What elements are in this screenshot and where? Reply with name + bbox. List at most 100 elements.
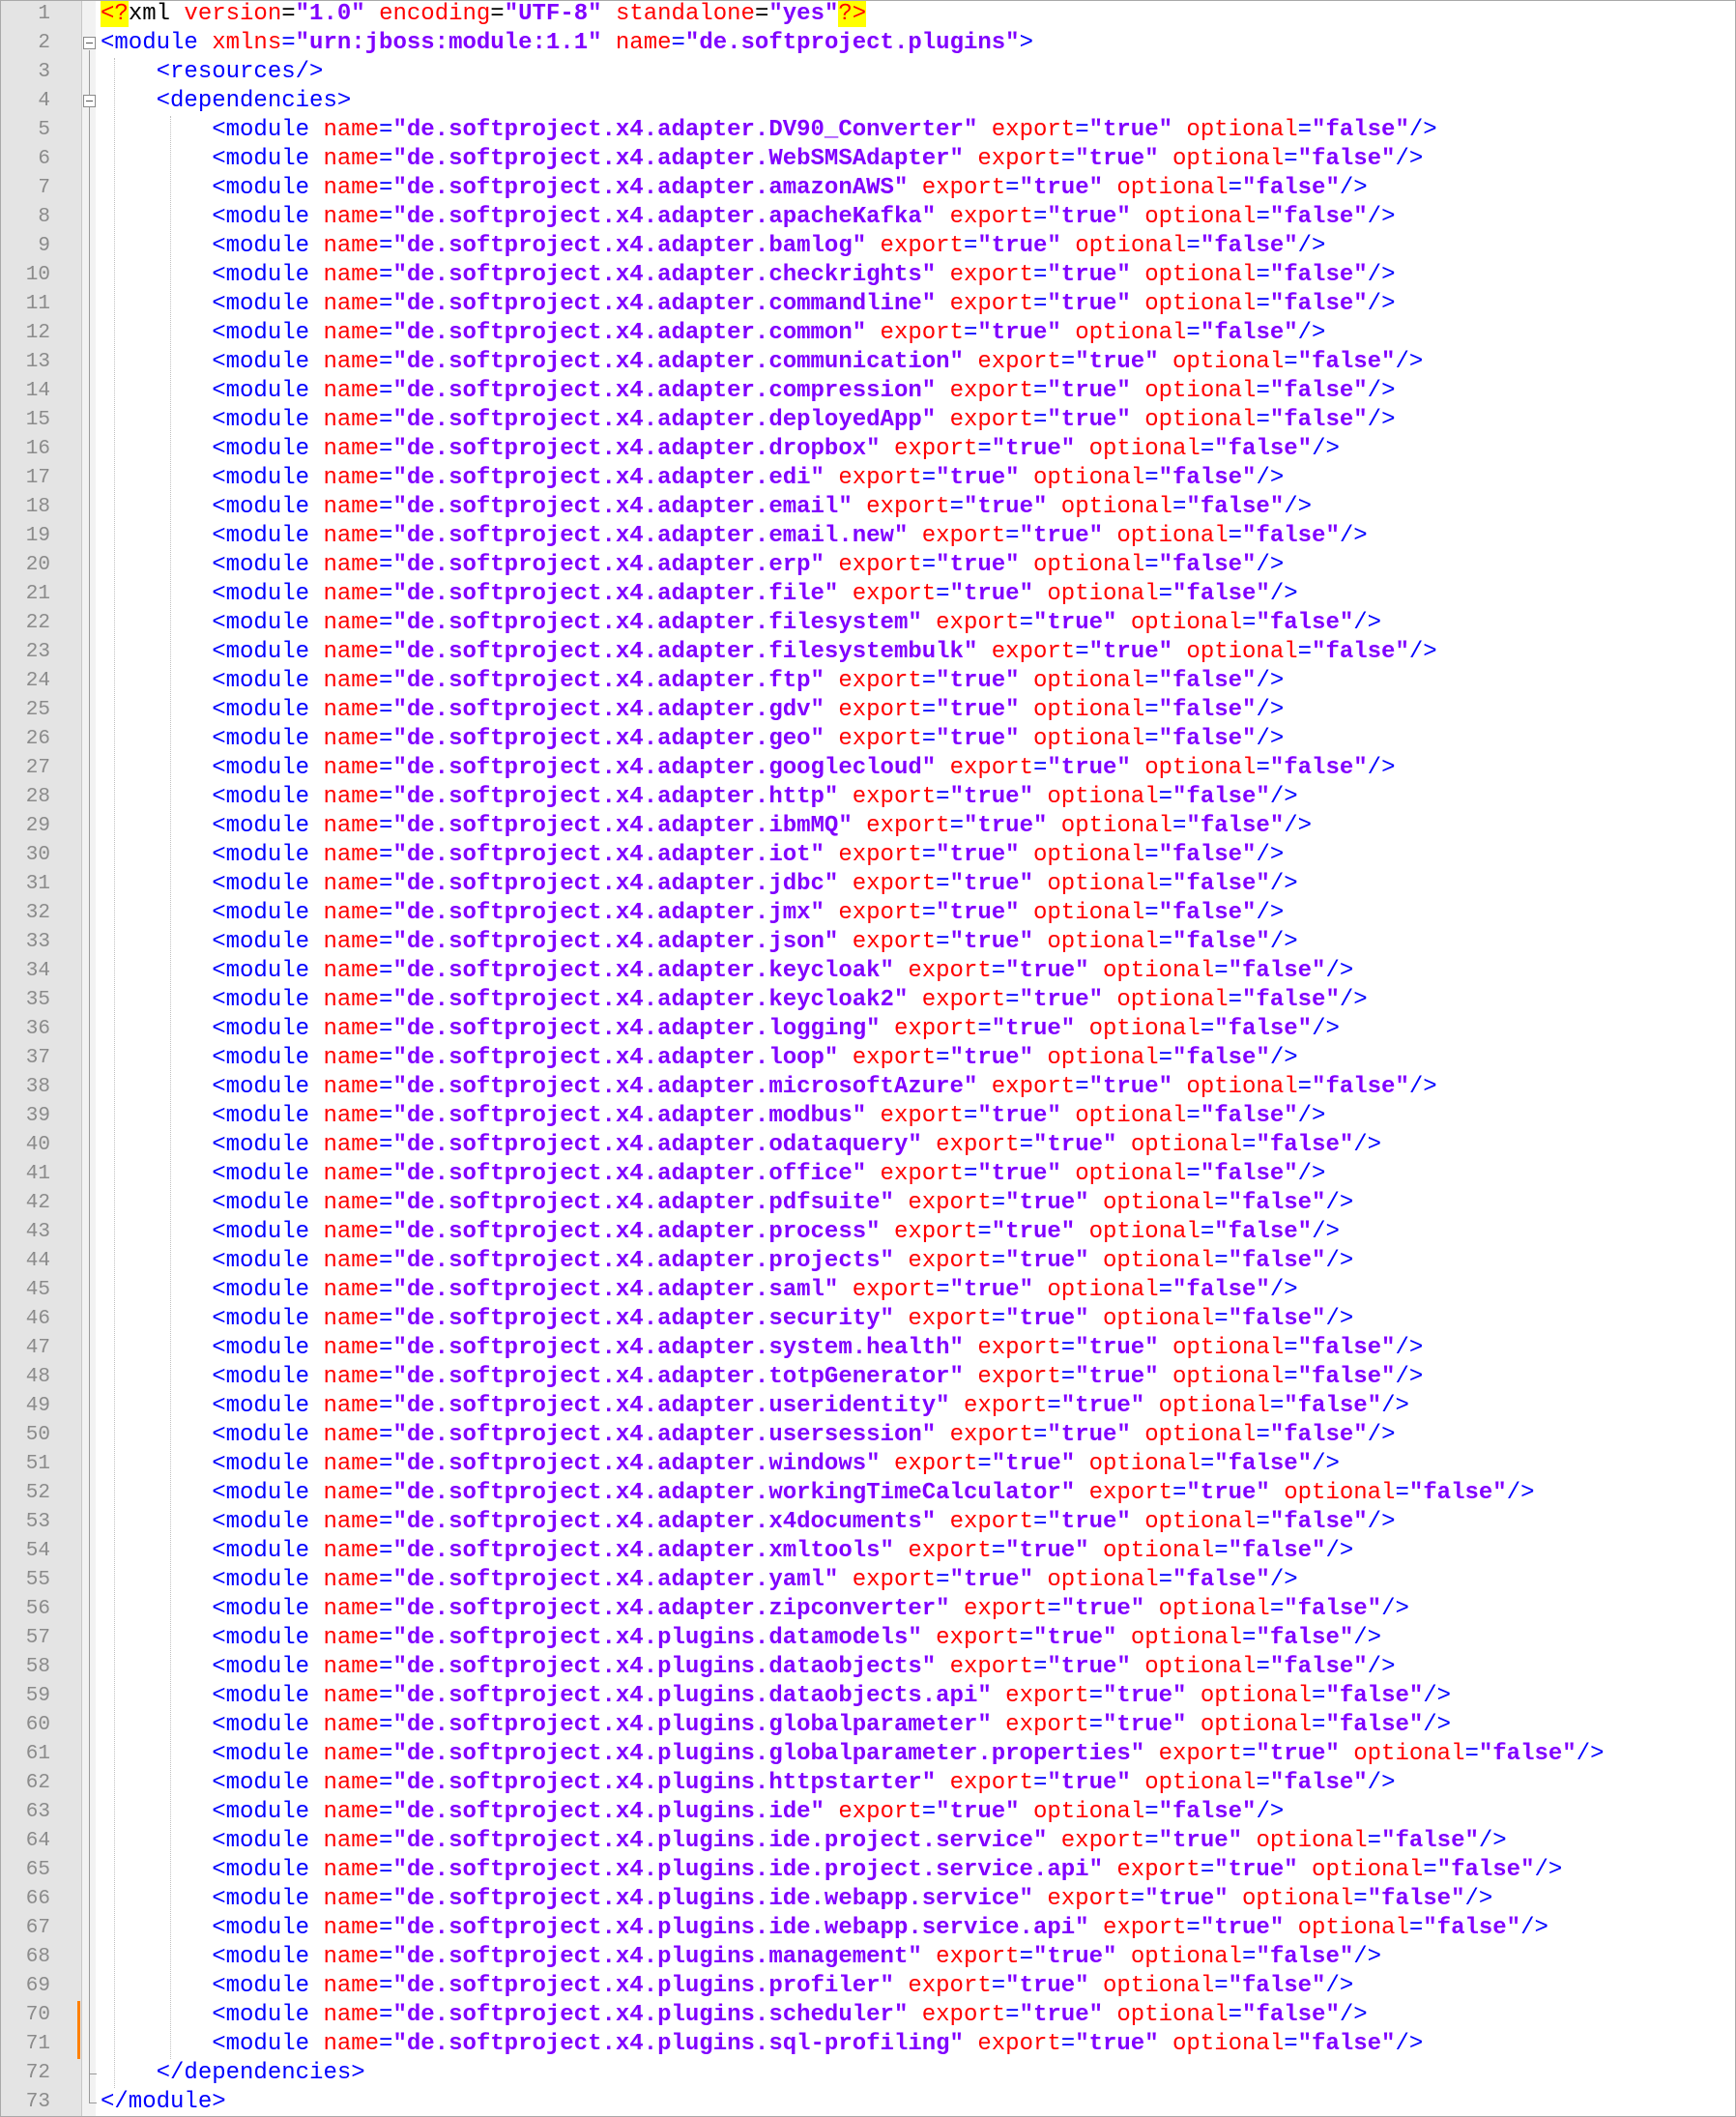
code-line[interactable]: 65 <module name="de.softproject.x4.plugi… (0, 1856, 1736, 1885)
code-text[interactable]: <module name="de.softproject.x4.adapter.… (101, 1160, 1325, 1189)
code-line[interactable]: 54 <module name="de.softproject.x4.adapt… (0, 1537, 1736, 1566)
code-text[interactable]: <module name="de.softproject.x4.adapter.… (101, 551, 1284, 580)
code-line[interactable]: 29 <module name="de.softproject.x4.adapt… (0, 812, 1736, 841)
code-text[interactable]: <module name="de.softproject.x4.adapter.… (101, 290, 1395, 319)
code-line[interactable]: 49 <module name="de.softproject.x4.adapt… (0, 1392, 1736, 1421)
code-text[interactable]: <module name="de.softproject.x4.adapter.… (101, 522, 1367, 551)
code-line[interactable]: 50 <module name="de.softproject.x4.adapt… (0, 1421, 1736, 1450)
code-line[interactable]: 44 <module name="de.softproject.x4.adapt… (0, 1247, 1736, 1276)
code-line[interactable]: 4 <dependencies> (0, 87, 1736, 116)
fold-toggle-dependencies-icon[interactable] (83, 95, 96, 107)
code-text[interactable]: <module name="de.softproject.x4.adapter.… (101, 1015, 1340, 1044)
code-text[interactable]: <module name="de.softproject.x4.adapter.… (101, 319, 1325, 348)
code-text[interactable]: <module name="de.softproject.x4.plugins.… (101, 2001, 1367, 2030)
code-text[interactable]: <module name="de.softproject.x4.adapter.… (101, 1537, 1353, 1566)
code-line[interactable]: 16 <module name="de.softproject.x4.adapt… (0, 435, 1736, 464)
code-line[interactable]: 28 <module name="de.softproject.x4.adapt… (0, 783, 1736, 812)
code-line[interactable]: 69 <module name="de.softproject.x4.plugi… (0, 1972, 1736, 2001)
code-line[interactable]: 68 <module name="de.softproject.x4.plugi… (0, 1943, 1736, 1972)
code-line[interactable]: 21 <module name="de.softproject.x4.adapt… (0, 580, 1736, 609)
code-line[interactable]: 48 <module name="de.softproject.x4.adapt… (0, 1363, 1736, 1392)
code-line[interactable]: 12 <module name="de.softproject.x4.adapt… (0, 319, 1736, 348)
code-line[interactable]: 37 <module name="de.softproject.x4.adapt… (0, 1044, 1736, 1073)
code-line[interactable]: 31 <module name="de.softproject.x4.adapt… (0, 870, 1736, 899)
code-line[interactable]: 18 <module name="de.softproject.x4.adapt… (0, 493, 1736, 522)
code-line[interactable]: 41 <module name="de.softproject.x4.adapt… (0, 1160, 1736, 1189)
code-line[interactable]: 27 <module name="de.softproject.x4.adapt… (0, 754, 1736, 783)
code-text[interactable]: <module name="de.softproject.x4.adapter.… (101, 348, 1423, 377)
code-text[interactable]: <module name="de.softproject.x4.plugins.… (101, 1943, 1381, 1972)
code-text[interactable]: <dependencies> (101, 87, 352, 116)
code-line[interactable]: 13 <module name="de.softproject.x4.adapt… (0, 348, 1736, 377)
code-line[interactable]: 17 <module name="de.softproject.x4.adapt… (0, 464, 1736, 493)
code-line[interactable]: 60 <module name="de.softproject.x4.plugi… (0, 1711, 1736, 1740)
code-text[interactable]: <module name="de.softproject.x4.adapter.… (101, 232, 1325, 261)
code-line[interactable]: 19 <module name="de.softproject.x4.adapt… (0, 522, 1736, 551)
fold-toggle-module-icon[interactable] (83, 37, 96, 49)
code-text[interactable]: <module name="de.softproject.x4.adapter.… (101, 609, 1381, 638)
code-text[interactable]: <module name="de.softproject.x4.adapter.… (101, 1392, 1409, 1421)
code-line[interactable]: 36 <module name="de.softproject.x4.adapt… (0, 1015, 1736, 1044)
code-text[interactable]: <module name="de.softproject.x4.plugins.… (101, 1798, 1284, 1827)
code-text[interactable]: <module name="de.softproject.x4.adapter.… (101, 261, 1395, 290)
code-line[interactable]: 15 <module name="de.softproject.x4.adapt… (0, 406, 1736, 435)
code-text[interactable]: <module name="de.softproject.x4.plugins.… (101, 1856, 1562, 1885)
code-text[interactable]: <module name="de.softproject.x4.adapter.… (101, 1363, 1423, 1392)
code-text[interactable]: <module name="de.softproject.x4.adapter.… (101, 899, 1284, 928)
code-line[interactable]: 9 <module name="de.softproject.x4.adapte… (0, 232, 1736, 261)
code-text[interactable]: <module name="de.softproject.x4.adapter.… (101, 812, 1312, 841)
code-text[interactable]: <module name="de.softproject.x4.adapter.… (101, 1102, 1325, 1131)
code-text[interactable]: <module xmlns="urn:jboss:module:1.1" nam… (101, 29, 1033, 58)
code-text[interactable]: <module name="de.softproject.x4.plugins.… (101, 1682, 1451, 1711)
code-line[interactable]: 42 <module name="de.softproject.x4.adapt… (0, 1189, 1736, 1218)
code-line[interactable]: 70 <module name="de.softproject.x4.plugi… (0, 2001, 1736, 2030)
code-line[interactable]: 6 <module name="de.softproject.x4.adapte… (0, 145, 1736, 174)
code-line[interactable]: 67 <module name="de.softproject.x4.plugi… (0, 1914, 1736, 1943)
code-line[interactable]: 40 <module name="de.softproject.x4.adapt… (0, 1131, 1736, 1160)
code-text[interactable]: </dependencies> (101, 2059, 365, 2088)
code-line[interactable]: 51 <module name="de.softproject.x4.adapt… (0, 1450, 1736, 1479)
code-text[interactable]: <module name="de.softproject.x4.adapter.… (101, 725, 1284, 754)
code-text[interactable]: <module name="de.softproject.x4.adapter.… (101, 667, 1284, 696)
code-line[interactable]: 23 <module name="de.softproject.x4.adapt… (0, 638, 1736, 667)
code-line[interactable]: 53 <module name="de.softproject.x4.adapt… (0, 1508, 1736, 1537)
code-text[interactable]: <module name="de.softproject.x4.adapter.… (101, 377, 1395, 406)
code-line[interactable]: 46 <module name="de.softproject.x4.adapt… (0, 1305, 1736, 1334)
code-line[interactable]: 63 <module name="de.softproject.x4.plugi… (0, 1798, 1736, 1827)
code-line[interactable]: 7 <module name="de.softproject.x4.adapte… (0, 174, 1736, 203)
code-line[interactable]: 59 <module name="de.softproject.x4.plugi… (0, 1682, 1736, 1711)
code-text[interactable]: <module name="de.softproject.x4.adapter.… (101, 1334, 1423, 1363)
code-text[interactable]: <module name="de.softproject.x4.adapter.… (101, 1073, 1436, 1102)
code-text[interactable]: <module name="de.softproject.x4.adapter.… (101, 696, 1284, 725)
code-line[interactable]: 52 <module name="de.softproject.x4.adapt… (0, 1479, 1736, 1508)
code-line[interactable]: 34 <module name="de.softproject.x4.adapt… (0, 957, 1736, 986)
code-line[interactable]: 62 <module name="de.softproject.x4.plugi… (0, 1769, 1736, 1798)
code-text[interactable]: <module name="de.softproject.x4.adapter.… (101, 174, 1367, 203)
code-text[interactable]: <?xml version="1.0" encoding="UTF-8" sta… (101, 0, 867, 29)
code-text[interactable]: <module name="de.softproject.x4.plugins.… (101, 1972, 1353, 2001)
code-line[interactable]: 47 <module name="de.softproject.x4.adapt… (0, 1334, 1736, 1363)
code-text[interactable]: <module name="de.softproject.x4.adapter.… (101, 754, 1395, 783)
code-line[interactable]: 58 <module name="de.softproject.x4.plugi… (0, 1653, 1736, 1682)
code-line[interactable]: 1 <?xml version="1.0" encoding="UTF-8" st… (0, 0, 1736, 29)
code-text[interactable]: <module name="de.softproject.x4.adapter.… (101, 464, 1284, 493)
code-text[interactable]: <module name="de.softproject.x4.plugins.… (101, 2030, 1423, 2059)
code-text[interactable]: <module name="de.softproject.x4.adapter.… (101, 1421, 1395, 1450)
code-line[interactable]: 10 <module name="de.softproject.x4.adapt… (0, 261, 1736, 290)
code-line[interactable]: 3 <resources/> (0, 58, 1736, 87)
code-text[interactable]: <module name="de.softproject.x4.adapter.… (101, 580, 1297, 609)
code-line[interactable]: 57 <module name="de.softproject.x4.plugi… (0, 1624, 1736, 1653)
code-text[interactable]: <module name="de.softproject.x4.adapter.… (101, 1044, 1297, 1073)
code-line[interactable]: 72 </dependencies> (0, 2059, 1736, 2088)
code-text[interactable]: <module name="de.softproject.x4.adapter.… (101, 1450, 1340, 1479)
code-text[interactable]: <module name="de.softproject.x4.adapter.… (101, 1508, 1395, 1537)
code-text[interactable]: <module name="de.softproject.x4.adapter.… (101, 1566, 1297, 1595)
code-line[interactable]: 39 <module name="de.softproject.x4.adapt… (0, 1102, 1736, 1131)
code-text[interactable]: <module name="de.softproject.x4.adapter.… (101, 493, 1312, 522)
code-line[interactable]: 24 <module name="de.softproject.x4.adapt… (0, 667, 1736, 696)
code-line[interactable]: 55 <module name="de.softproject.x4.adapt… (0, 1566, 1736, 1595)
code-text[interactable]: <module name="de.softproject.x4.adapter.… (101, 116, 1436, 145)
code-line[interactable]: 8 <module name="de.softproject.x4.adapte… (0, 203, 1736, 232)
code-line[interactable]: 32 <module name="de.softproject.x4.adapt… (0, 899, 1736, 928)
code-line[interactable]: 5 <module name="de.softproject.x4.adapte… (0, 116, 1736, 145)
